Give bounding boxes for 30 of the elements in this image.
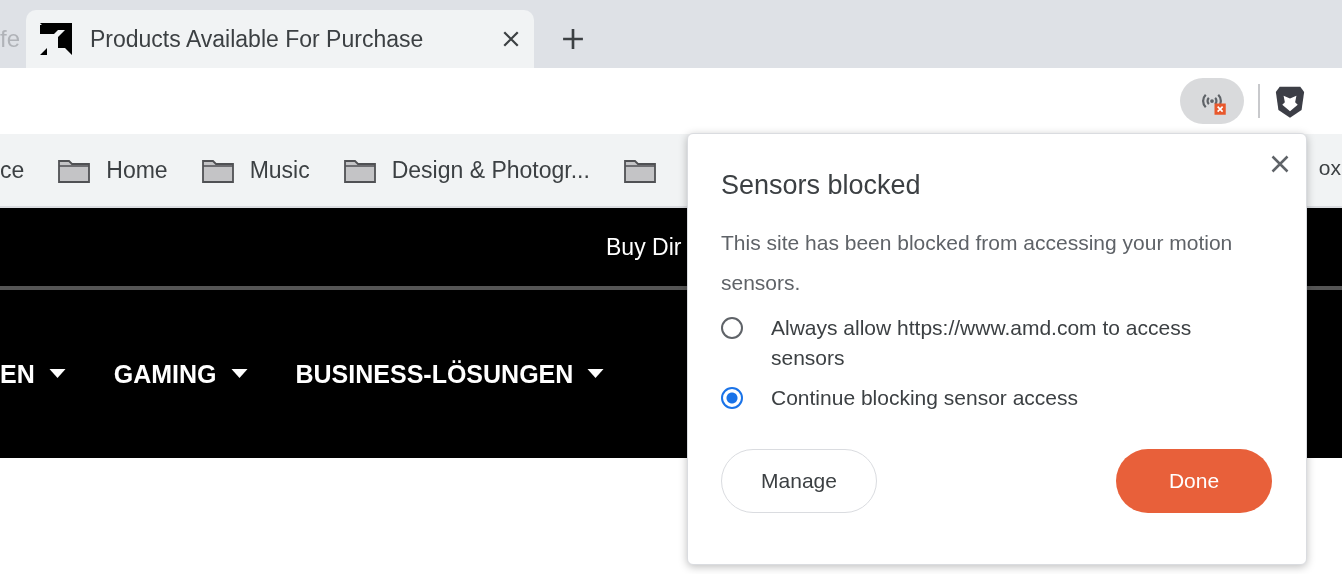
- bookmark-item[interactable]: Home: [58, 156, 168, 184]
- bookmark-item[interactable]: Music: [201, 156, 310, 184]
- popup-title: Sensors blocked: [721, 170, 922, 201]
- logo-icon: [40, 23, 72, 55]
- nav-menu-item[interactable]: EN: [0, 359, 66, 389]
- banner-text: Buy Dir: [606, 233, 682, 261]
- popup-message: This site has been blocked from accessing your motion sensors.: [721, 230, 1234, 296]
- folder-icon: [58, 157, 91, 183]
- option-label: Always allow https://www.amd.com to access sensors: [771, 315, 1193, 371]
- nav-menu-item[interactable]: BUSINESS-LÖSUNGEN: [295, 359, 605, 389]
- caret-icon: [587, 369, 605, 379]
- option-label: Continue blocking sensor access: [771, 385, 1079, 411]
- bookmark-item[interactable]: [623, 157, 656, 183]
- folder-icon: [201, 157, 234, 183]
- folder-icon: [623, 157, 656, 183]
- new-tab-icon[interactable]: [562, 28, 584, 50]
- caret-icon: [48, 369, 66, 379]
- folder-icon: [343, 157, 376, 183]
- bookmark-item[interactable]: ce: [0, 156, 25, 184]
- radio-button[interactable]: [721, 387, 743, 409]
- radio-button[interactable]: [721, 317, 743, 339]
- close-icon[interactable]: [502, 30, 520, 48]
- nav-menu-item[interactable]: GAMING: [113, 359, 248, 389]
- manage-button[interactable]: Manage: [721, 449, 877, 513]
- caret-icon: [230, 369, 248, 379]
- close-icon[interactable]: [1270, 154, 1290, 174]
- sensor-blocked-button[interactable]: [1180, 78, 1244, 124]
- bookmark-item[interactable]: Design & Photogr...: [343, 156, 590, 184]
- browser-tab[interactable]: Products Available For Purchase: [26, 10, 534, 68]
- bookmark-item[interactable]: ox: [1318, 156, 1341, 180]
